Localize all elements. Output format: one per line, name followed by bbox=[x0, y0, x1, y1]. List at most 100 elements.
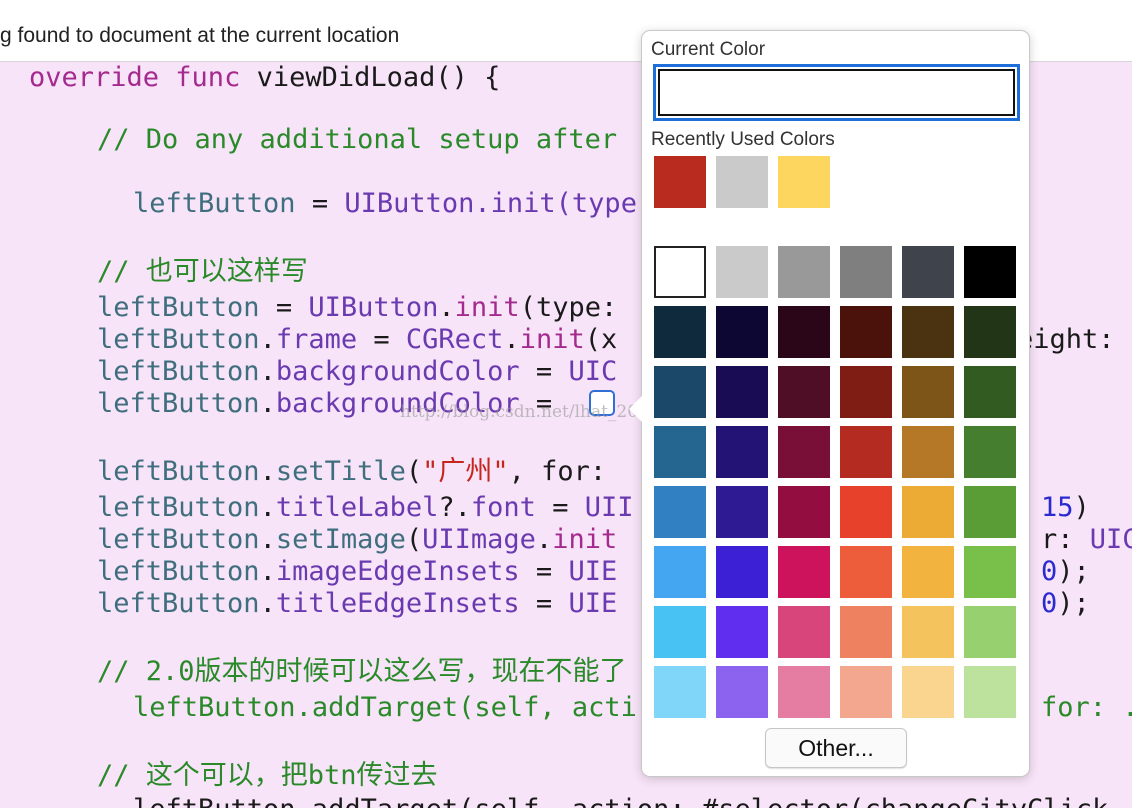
color-swatch[interactable] bbox=[840, 246, 892, 298]
color-swatch[interactable] bbox=[964, 246, 1016, 298]
color-swatch[interactable] bbox=[716, 366, 768, 418]
color-swatch[interactable] bbox=[840, 486, 892, 538]
color-swatch[interactable] bbox=[778, 486, 830, 538]
recent-colors-label: Recently Used Colors bbox=[651, 129, 835, 150]
code-line-15-tail: for: . bbox=[1041, 692, 1132, 724]
color-swatch[interactable] bbox=[902, 486, 954, 538]
operator: ( bbox=[405, 456, 423, 487]
recent-color-swatch[interactable] bbox=[716, 156, 768, 208]
operator: ?. bbox=[438, 492, 471, 523]
code-text: (x bbox=[584, 324, 618, 355]
color-swatch[interactable] bbox=[654, 546, 706, 598]
color-swatch[interactable] bbox=[840, 366, 892, 418]
member: font bbox=[470, 492, 536, 523]
color-swatch[interactable] bbox=[778, 666, 830, 718]
color-swatch[interactable] bbox=[964, 426, 1016, 478]
color-swatch[interactable] bbox=[716, 426, 768, 478]
type-name: UIButton bbox=[308, 292, 439, 323]
color-swatch[interactable] bbox=[964, 546, 1016, 598]
code-line-6-tail: eight: bbox=[1017, 324, 1115, 356]
type-name: UIE bbox=[568, 556, 618, 587]
code-line-17: leftButton.addTarget(self, action: #sele… bbox=[133, 794, 1108, 808]
identifier: leftButton bbox=[97, 324, 260, 355]
operator: ( bbox=[405, 524, 423, 555]
current-color-well[interactable] bbox=[653, 64, 1020, 121]
color-swatch[interactable] bbox=[716, 486, 768, 538]
comment: // Do any additional setup after bbox=[97, 124, 618, 155]
identifier: leftButton bbox=[97, 356, 260, 387]
color-swatch[interactable] bbox=[778, 606, 830, 658]
color-swatch[interactable] bbox=[902, 546, 954, 598]
recent-color-swatch[interactable] bbox=[654, 156, 706, 208]
color-swatch[interactable] bbox=[716, 606, 768, 658]
color-swatch[interactable] bbox=[840, 546, 892, 598]
color-swatch[interactable] bbox=[778, 306, 830, 358]
color-swatch[interactable] bbox=[902, 306, 954, 358]
number-literal: 0 bbox=[1041, 588, 1058, 619]
type-name: CGRect bbox=[405, 324, 504, 355]
color-swatch[interactable] bbox=[654, 426, 706, 478]
recent-color-swatch[interactable] bbox=[778, 156, 830, 208]
color-swatch[interactable] bbox=[654, 666, 706, 718]
color-swatch[interactable] bbox=[778, 246, 830, 298]
color-swatch[interactable] bbox=[654, 306, 706, 358]
color-swatch[interactable] bbox=[902, 666, 954, 718]
identifier: leftButton bbox=[133, 692, 296, 723]
code-line-13-tail: 0); bbox=[1041, 588, 1090, 620]
color-swatch[interactable] bbox=[778, 366, 830, 418]
identifier: leftButton bbox=[97, 524, 260, 555]
popover-arrow bbox=[629, 396, 642, 422]
color-swatch[interactable] bbox=[778, 546, 830, 598]
identifier: leftButton bbox=[97, 556, 260, 587]
code-line-11-tail: r: UICo bbox=[1041, 524, 1132, 556]
color-swatch[interactable] bbox=[716, 666, 768, 718]
color-swatch[interactable] bbox=[654, 606, 706, 658]
operator: . bbox=[259, 588, 276, 619]
identifier: leftButton bbox=[97, 588, 260, 619]
comment: // 2.0版本的时候可以这么写，现在不能了 bbox=[97, 656, 627, 687]
color-swatch[interactable] bbox=[902, 366, 954, 418]
color-swatch[interactable] bbox=[778, 426, 830, 478]
color-swatch[interactable] bbox=[902, 606, 954, 658]
type-name: UIE bbox=[568, 588, 618, 619]
code-text: for: . bbox=[1041, 692, 1132, 723]
color-swatch[interactable] bbox=[902, 246, 954, 298]
operator: . bbox=[259, 556, 276, 587]
color-swatch[interactable] bbox=[964, 606, 1016, 658]
code-line-9: leftButton.setTitle("广州", for: bbox=[97, 456, 606, 488]
code-text: eight: bbox=[1017, 324, 1115, 355]
operator: = bbox=[295, 188, 345, 219]
color-swatch[interactable] bbox=[654, 366, 706, 418]
comment: // 也可以这样写 bbox=[97, 256, 308, 287]
operator: = bbox=[519, 588, 569, 619]
color-swatch[interactable] bbox=[840, 426, 892, 478]
code-line-10: leftButton.titleLabel?.font = UII bbox=[97, 492, 634, 524]
color-swatch[interactable] bbox=[964, 306, 1016, 358]
code-line-7: leftButton.backgroundColor = UIC bbox=[97, 356, 617, 388]
code-text: (type: bbox=[519, 292, 618, 323]
code-text: ); bbox=[1057, 556, 1090, 587]
color-picker-popover: Current Color Recently Used Colors Other… bbox=[629, 30, 1030, 777]
identifier: leftButton bbox=[97, 388, 260, 419]
status-message: g found to document at the current locat… bbox=[0, 24, 400, 47]
operator: = bbox=[519, 356, 569, 387]
color-swatch[interactable] bbox=[840, 666, 892, 718]
operator: . bbox=[535, 524, 553, 555]
color-swatch[interactable] bbox=[840, 606, 892, 658]
color-swatch[interactable] bbox=[964, 366, 1016, 418]
color-swatch[interactable] bbox=[840, 306, 892, 358]
other-color-button[interactable]: Other... bbox=[765, 728, 907, 768]
color-swatch[interactable] bbox=[964, 666, 1016, 718]
code-line-3: leftButton = UIButton.init(type bbox=[133, 188, 637, 220]
code-text: viewDidLoad() { bbox=[240, 62, 501, 93]
color-swatch[interactable] bbox=[716, 246, 768, 298]
color-swatch[interactable] bbox=[964, 486, 1016, 538]
color-swatch[interactable] bbox=[902, 426, 954, 478]
color-swatch[interactable] bbox=[716, 306, 768, 358]
color-swatch[interactable] bbox=[716, 546, 768, 598]
type-name: UIButton bbox=[344, 188, 475, 219]
code-line-16: // 这个可以，把btn传过去 bbox=[97, 760, 438, 792]
color-swatch[interactable] bbox=[654, 486, 706, 538]
color-swatch[interactable] bbox=[654, 246, 706, 298]
operator: . bbox=[259, 456, 276, 487]
